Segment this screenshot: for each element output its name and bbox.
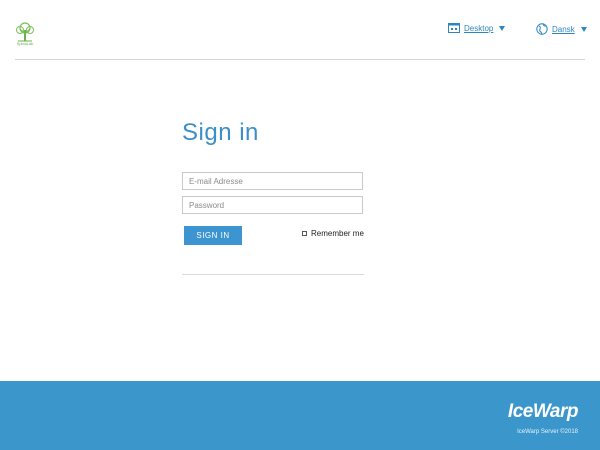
copyright-text: IceWarp Server ©2018	[517, 429, 578, 435]
globe-icon	[536, 23, 548, 35]
footer: IceWarp IceWarp Server ©2018	[0, 381, 600, 450]
logo-text: SpicaLab	[16, 41, 34, 46]
sign-in-button[interactable]: SIGN IN	[184, 226, 242, 245]
remember-me-label: Remember me	[311, 229, 364, 238]
chevron-down-icon	[580, 26, 587, 32]
desktop-icon	[448, 23, 460, 33]
icewarp-logo: IceWarp	[507, 401, 579, 422]
header: SpicaLab Desktop Dansk	[0, 0, 600, 60]
password-field[interactable]	[182, 196, 363, 214]
page-title: Sign in	[182, 119, 259, 146]
chevron-down-icon	[499, 25, 506, 31]
language-dropdown[interactable]: Dansk	[536, 23, 587, 35]
language-label: Dansk	[552, 24, 575, 34]
email-field[interactable]	[182, 172, 363, 190]
view-mode-label: Desktop	[464, 23, 494, 33]
tree-logo-icon	[16, 22, 34, 42]
form-divider	[182, 274, 364, 275]
remember-me-checkbox[interactable]	[302, 231, 307, 236]
view-mode-dropdown[interactable]: Desktop	[448, 23, 506, 33]
header-divider	[15, 59, 585, 60]
remember-me[interactable]: Remember me	[302, 229, 364, 238]
